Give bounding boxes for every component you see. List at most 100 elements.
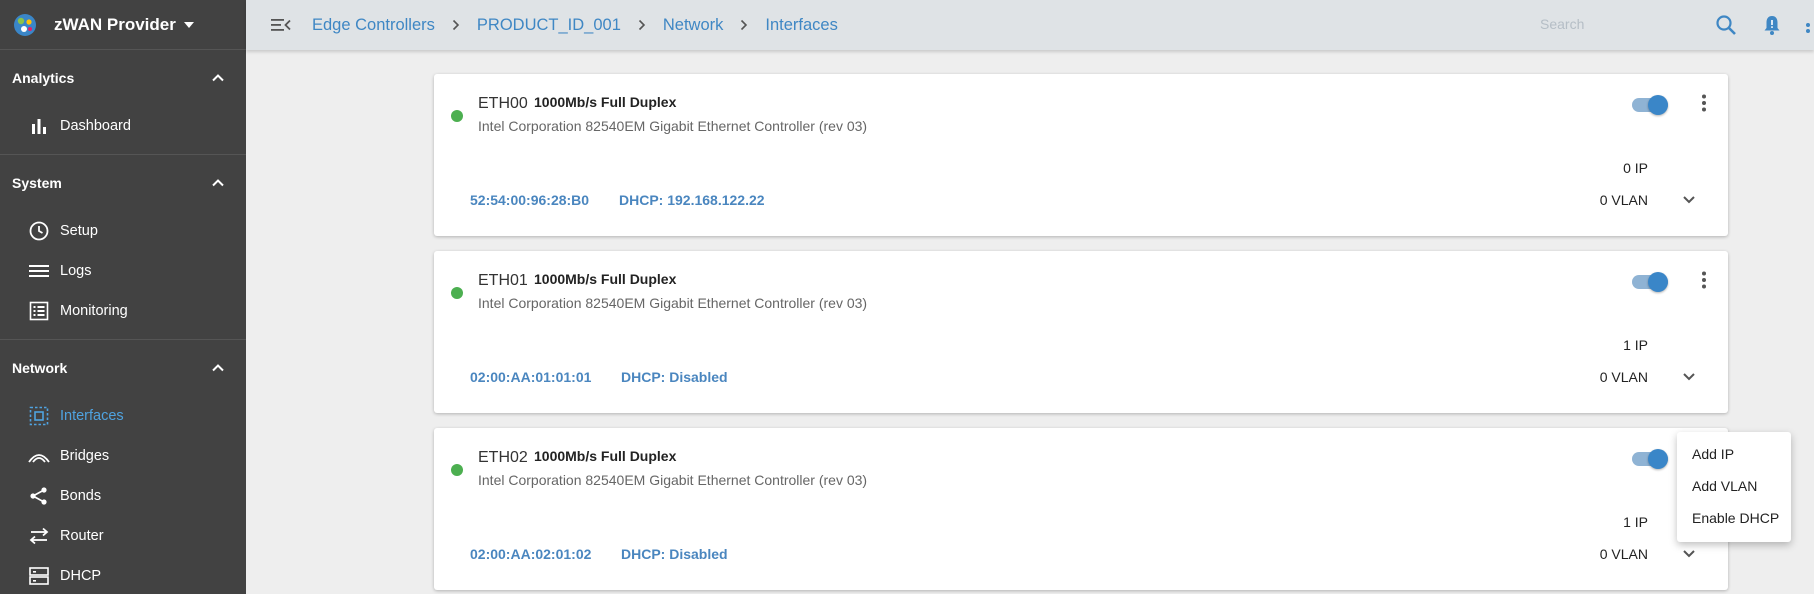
breadcrumb-item-product[interactable]: PRODUCT_ID_001 [477, 16, 621, 35]
more-vertical-icon[interactable] [1802, 13, 1814, 37]
checklist-icon [28, 300, 50, 322]
search-input[interactable] [1540, 12, 1710, 36]
sidebar-item-setup[interactable]: Setup [0, 211, 246, 251]
menu-item-enable-dhcp[interactable]: Enable DHCP [1677, 502, 1791, 534]
chevron-down-icon[interactable] [1678, 365, 1700, 387]
top-bar: Edge Controllers PRODUCT_ID_001 Network … [246, 0, 1814, 50]
toggle-thumb [1648, 272, 1668, 292]
sidebar-item-interfaces[interactable]: Interfaces [0, 396, 246, 436]
chevron-up-icon [212, 74, 224, 82]
interface-description: Intel Corporation 82540EM Gigabit Ethern… [478, 118, 868, 134]
interface-enable-toggle[interactable] [1632, 91, 1672, 119]
server-icon [28, 565, 50, 587]
interface-card-eth01: ETH01 1000Mb/s Full Duplex Intel Corpora… [434, 251, 1728, 413]
sidebar-item-label: Monitoring [60, 303, 128, 319]
sidebar-section-header-analytics[interactable]: Analytics [0, 50, 246, 106]
brand-switcher[interactable]: zWAN Provider [0, 0, 246, 50]
sidebar-item-dashboard[interactable]: Dashboard [0, 106, 246, 146]
chevron-up-icon [212, 179, 224, 187]
interface-speed: 1000Mb/s Full Duplex [534, 448, 677, 464]
interface-card-eth02: ETH02 1000Mb/s Full Duplex Intel Corpora… [434, 428, 1728, 590]
sidebar-section-analytics: Analytics Dashboard [0, 50, 246, 155]
list-icon [28, 260, 50, 282]
toggle-thumb [1648, 95, 1668, 115]
clock-icon [28, 220, 50, 242]
chevron-right-icon [452, 19, 460, 31]
section-title: System [12, 175, 62, 191]
interface-speed: 1000Mb/s Full Duplex [534, 271, 677, 287]
interface-name: ETH02 [478, 449, 528, 466]
chevron-down-icon[interactable] [1678, 188, 1700, 210]
section-title: Network [12, 360, 68, 376]
sidebar-item-bonds[interactable]: Bonds [0, 476, 246, 516]
status-up-indicator [451, 287, 463, 299]
sidebar-item-label: Router [60, 528, 104, 544]
chevron-right-icon [741, 19, 748, 31]
sidebar-item-label: Bonds [60, 488, 102, 504]
mac-address: 02:00:AA:02:01:02 [470, 546, 592, 562]
breadcrumb-item-interfaces[interactable]: Interfaces [765, 16, 837, 35]
sidebar-item-logs[interactable]: Logs [0, 251, 246, 291]
vlan-count: 0 VLAN [1599, 369, 1648, 385]
sidebar-section-header-network[interactable]: Network [0, 340, 246, 396]
more-vertical-icon[interactable] [1694, 268, 1714, 292]
vlan-count: 0 VLAN [1599, 192, 1648, 208]
sidebar-section-network: Network Interfaces Bridges Bonds Router … [0, 340, 246, 594]
breadcrumb-item-network[interactable]: Network [663, 16, 724, 35]
sidebar-item-dhcp[interactable]: DHCP [0, 556, 246, 594]
dhcp-status: DHCP: Disabled [621, 546, 728, 562]
status-up-indicator [451, 110, 463, 122]
sidebar-section-header-system[interactable]: System [0, 155, 246, 211]
mac-address: 02:00:AA:01:01:01 [470, 369, 592, 385]
bridge-icon [28, 445, 50, 467]
more-vertical-icon[interactable] [1694, 91, 1714, 115]
interface-enable-toggle[interactable] [1632, 445, 1672, 473]
share-icon [28, 485, 50, 507]
chevron-right-icon [638, 19, 646, 31]
breadcrumb-item-edge-controllers[interactable]: Edge Controllers [312, 16, 435, 35]
sidebar-item-router[interactable]: Router [0, 516, 246, 556]
sidebar-item-label: DHCP [60, 568, 102, 584]
bar-chart-icon [28, 115, 50, 137]
interface-name: ETH00 [478, 95, 528, 112]
search-icon[interactable] [1714, 13, 1738, 37]
interface-enable-toggle[interactable] [1632, 268, 1672, 296]
interface-name: ETH01 [478, 272, 528, 289]
breadcrumb: Edge Controllers PRODUCT_ID_001 Network … [312, 16, 838, 35]
interface-description: Intel Corporation 82540EM Gigabit Ethern… [478, 472, 868, 488]
menu-item-add-ip[interactable]: Add IP [1677, 438, 1791, 470]
dhcp-status: DHCP: Disabled [621, 369, 728, 385]
sidebar-section-system: System Setup Logs Monitoring [0, 155, 246, 340]
sidebar-item-label: Interfaces [60, 408, 124, 424]
caret-down-icon [183, 21, 194, 28]
interface-card-eth00: ETH00 1000Mb/s Full Duplex Intel Corpora… [434, 74, 1728, 236]
interface-description: Intel Corporation 82540EM Gigabit Ethern… [478, 295, 868, 311]
status-up-indicator [451, 464, 463, 476]
sidebar-item-bridges[interactable]: Bridges [0, 436, 246, 476]
sidebar-item-label: Bridges [60, 448, 110, 464]
sidebar: zWAN Provider Analytics Dashboard System… [0, 0, 246, 594]
ip-count: 1 IP [1623, 514, 1648, 530]
swap-icon [28, 525, 50, 547]
brand-name: zWAN Provider [54, 14, 176, 34]
sidebar-item-monitoring[interactable]: Monitoring [0, 291, 246, 331]
sidebar-item-label: Dashboard [60, 118, 131, 134]
ip-count: 1 IP [1623, 337, 1648, 353]
ip-count: 0 IP [1623, 160, 1648, 176]
toggle-thumb [1648, 449, 1668, 469]
mac-address: 52:54:00:96:28:B0 [470, 192, 590, 208]
section-title: Analytics [12, 70, 75, 86]
menu-item-add-vlan[interactable]: Add VLAN [1677, 470, 1791, 502]
interface-context-menu: Add IP Add VLAN Enable DHCP [1677, 432, 1791, 542]
sidebar-item-label: Setup [60, 223, 98, 239]
interfaces-icon [28, 405, 50, 427]
brand-logo-icon [14, 13, 36, 36]
chevron-down-icon[interactable] [1678, 542, 1700, 564]
interface-speed: 1000Mb/s Full Duplex [534, 94, 677, 110]
sidebar-item-label: Logs [60, 263, 92, 279]
vlan-count: 0 VLAN [1599, 546, 1648, 562]
notification-bell-icon[interactable] [1760, 13, 1784, 37]
chevron-up-icon [212, 364, 224, 372]
dhcp-status: DHCP: 192.168.122.22 [619, 192, 765, 208]
menu-collapse-icon[interactable] [270, 14, 292, 36]
